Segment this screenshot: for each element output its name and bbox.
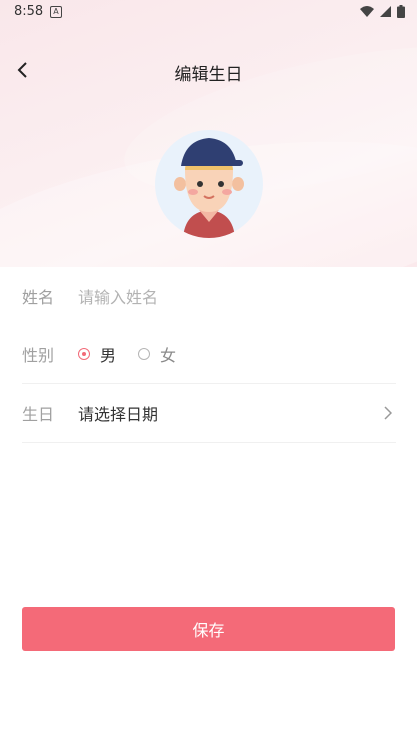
gender-female-radio[interactable]: 女: [138, 342, 176, 366]
notification-icon: A: [50, 6, 62, 18]
battery-icon: [397, 5, 405, 18]
gender-label: 性别: [22, 346, 55, 365]
system-icons: [360, 5, 405, 18]
radio-unselected-icon: [138, 348, 151, 360]
save-button[interactable]: 保存: [22, 607, 395, 651]
birthday-row[interactable]: 生日 请选择日期: [22, 384, 396, 443]
gender-female-label: 女: [160, 346, 177, 365]
header-background: 8:58 A 编辑生日: [0, 0, 417, 267]
birthday-picker[interactable]: 请选择日期: [78, 401, 158, 425]
avatar-boy-icon: [174, 138, 244, 238]
status-bar: 8:58 A: [0, 0, 417, 24]
gender-male-radio[interactable]: 男: [78, 342, 116, 366]
name-input[interactable]: 请输入姓名: [78, 284, 158, 308]
radio-selected-icon: [78, 348, 90, 360]
chevron-right-icon: [384, 406, 392, 420]
birthday-form: 姓名 请输入姓名 性别 男 女 生日 请选择日期: [22, 267, 396, 443]
page-title: 编辑生日: [174, 65, 243, 85]
status-time: 8:58: [14, 4, 44, 19]
name-row: 姓名 请输入姓名: [22, 267, 396, 325]
gender-male-label: 男: [100, 346, 117, 365]
name-label: 姓名: [22, 288, 55, 307]
birthday-label: 生日: [22, 405, 55, 424]
gender-row: 性别 男 女: [22, 325, 396, 384]
wifi-icon: [360, 6, 374, 17]
avatar[interactable]: [155, 130, 263, 238]
signal-icon: [380, 6, 391, 17]
